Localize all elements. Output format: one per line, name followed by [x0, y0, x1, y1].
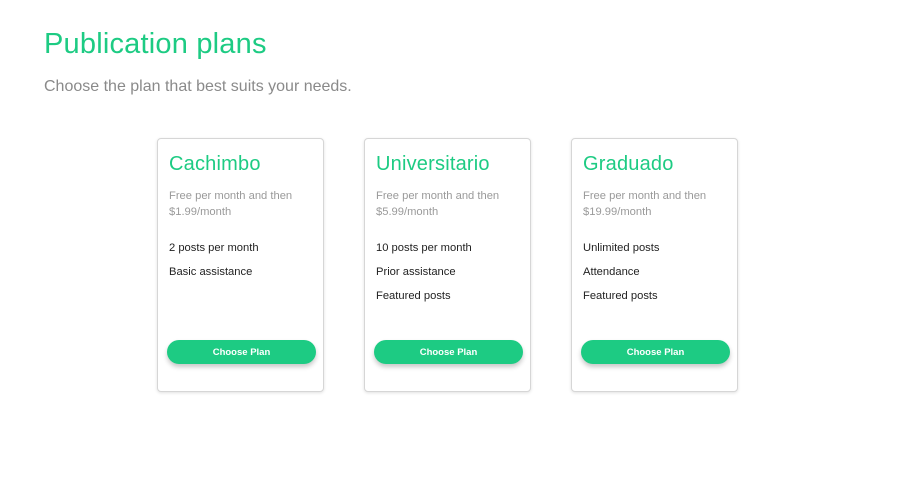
plan-feature: Basic assistance — [169, 266, 253, 278]
plan-price-line1: Free per month and then — [583, 190, 707, 202]
plan-price-line2: $5.99/month — [376, 206, 439, 218]
page: Publication plans Choose the plan that b… — [0, 0, 921, 492]
plan-price-line2: $1.99/month — [169, 206, 232, 218]
page-title: Publication plans — [44, 28, 267, 60]
plan-name: Cachimbo — [169, 153, 261, 175]
plan-feature: Featured posts — [376, 290, 451, 302]
plan-price-line2: $19.99/month — [583, 206, 652, 218]
plans-container: Cachimbo Free per month and then $1.99/m… — [157, 138, 738, 392]
choose-plan-button-universitario[interactable]: Choose Plan — [374, 340, 523, 364]
plan-feature: 10 posts per month — [376, 242, 472, 254]
plan-card-universitario: Universitario Free per month and then $5… — [364, 138, 531, 392]
plan-feature: 2 posts per month — [169, 242, 259, 254]
page-subtitle: Choose the plan that best suits your nee… — [44, 78, 352, 95]
plan-name: Graduado — [583, 153, 674, 175]
plan-features: Unlimited posts Attendance Featured post… — [583, 240, 727, 304]
plan-price: Free per month and then $19.99/month — [583, 188, 727, 220]
choose-plan-button-graduado[interactable]: Choose Plan — [581, 340, 730, 364]
plan-feature: Featured posts — [583, 290, 658, 302]
plan-price: Free per month and then $1.99/month — [169, 188, 313, 220]
plan-feature: Attendance — [583, 266, 640, 278]
plan-feature: Unlimited posts — [583, 242, 660, 254]
plan-card-graduado: Graduado Free per month and then $19.99/… — [571, 138, 738, 392]
plan-card-cachimbo: Cachimbo Free per month and then $1.99/m… — [157, 138, 324, 392]
plan-price: Free per month and then $5.99/month — [376, 188, 520, 220]
plan-price-line1: Free per month and then — [169, 190, 293, 202]
plan-features: 2 posts per month Basic assistance — [169, 240, 313, 280]
plan-name: Universitario — [376, 153, 490, 175]
choose-plan-button-cachimbo[interactable]: Choose Plan — [167, 340, 316, 364]
plan-price-line1: Free per month and then — [376, 190, 500, 202]
plan-features: 10 posts per month Prior assistance Feat… — [376, 240, 520, 304]
plan-feature: Prior assistance — [376, 266, 456, 278]
